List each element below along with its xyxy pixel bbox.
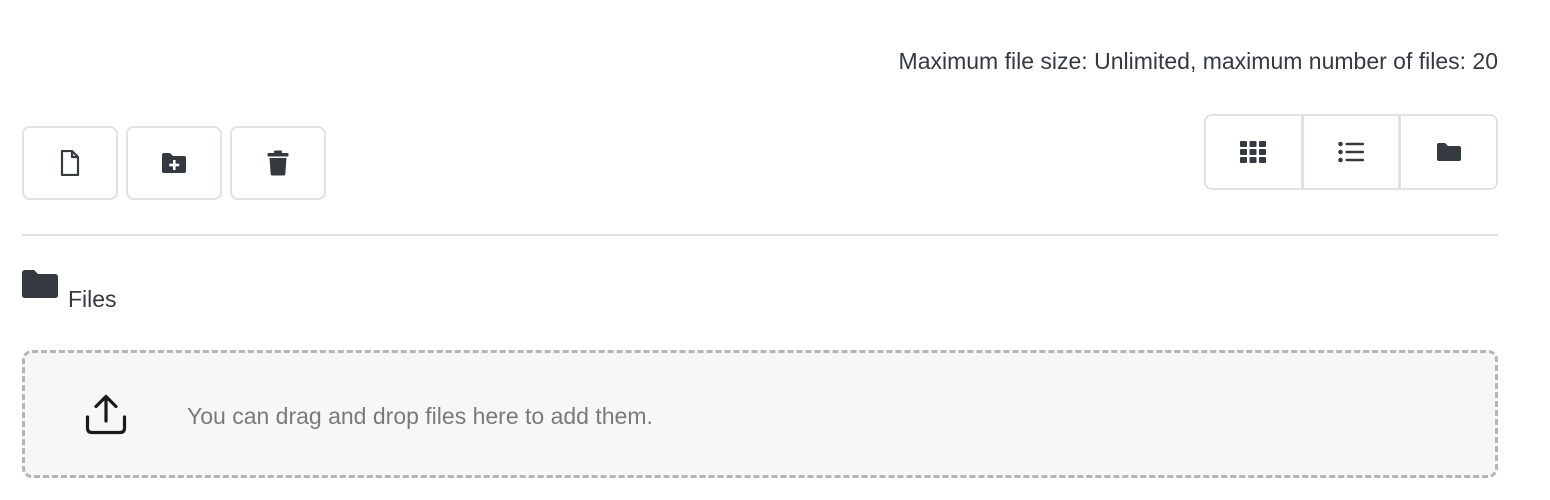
icons-view-button[interactable] xyxy=(1206,116,1301,188)
dropzone-message: You can drag and drop files here to add … xyxy=(187,403,653,429)
list-icon xyxy=(1338,141,1364,163)
folder-icon xyxy=(22,270,58,298)
folder-plus-icon xyxy=(161,152,187,174)
create-folder-button[interactable] xyxy=(126,126,222,200)
upload-icon xyxy=(85,393,127,435)
file-icon xyxy=(60,150,80,176)
grid-icon xyxy=(1240,141,1267,163)
delete-button[interactable] xyxy=(230,126,326,200)
folder-icon xyxy=(1436,142,1462,162)
breadcrumb-files-link[interactable]: Files xyxy=(68,286,117,313)
toolbar-divider xyxy=(22,234,1498,236)
tree-view-button[interactable] xyxy=(1398,116,1496,188)
list-view-button[interactable] xyxy=(1300,116,1399,188)
breadcrumb: Files xyxy=(22,270,117,313)
trash-icon xyxy=(267,150,289,176)
file-dropzone[interactable]: You can drag and drop files here to add … xyxy=(22,350,1498,478)
add-file-button[interactable] xyxy=(22,126,118,200)
file-toolbar xyxy=(22,126,326,200)
view-mode-group xyxy=(1204,114,1498,190)
file-limits-text: Maximum file size: Unlimited, maximum nu… xyxy=(898,48,1498,74)
file-manager: Maximum file size: Unlimited, maximum nu… xyxy=(0,0,1550,500)
